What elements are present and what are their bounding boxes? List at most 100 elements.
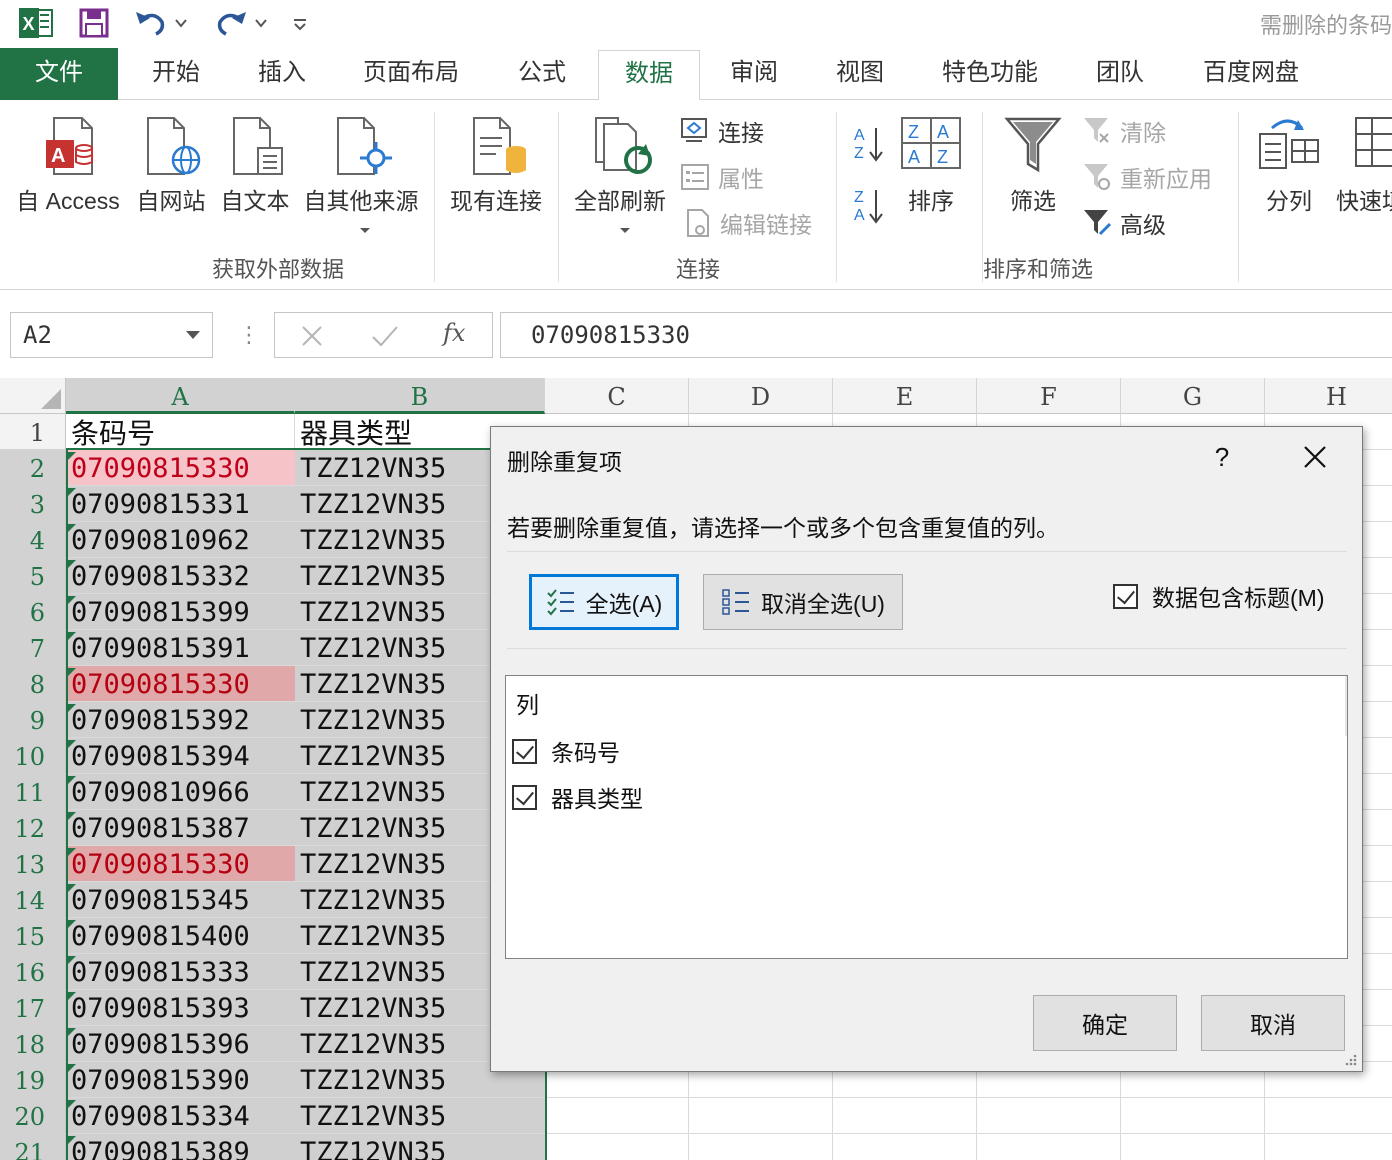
cell-barcode[interactable]: 07090815330 bbox=[66, 666, 295, 702]
cell-device-type[interactable]: TZZ12VN35 bbox=[295, 1134, 545, 1160]
tab-view[interactable]: 视图 bbox=[812, 48, 908, 100]
reapply-button[interactable]: 重新应用 bbox=[1082, 160, 1212, 194]
cell-barcode[interactable]: 07090815391 bbox=[66, 630, 295, 666]
column-checkbox-device-type[interactable]: 器具类型 bbox=[512, 780, 643, 814]
cancel-entry-icon[interactable] bbox=[301, 325, 323, 347]
column-header-c[interactable]: C bbox=[545, 378, 689, 414]
column-header-a[interactable]: A bbox=[66, 378, 295, 414]
row-header[interactable]: 2 bbox=[0, 450, 66, 486]
save-icon[interactable] bbox=[76, 6, 112, 40]
help-button[interactable]: ? bbox=[1207, 437, 1237, 477]
sort-descending-icon[interactable]: Z A bbox=[852, 186, 886, 231]
column-header-e[interactable]: E bbox=[833, 378, 977, 414]
tab-special-features[interactable]: 特色功能 bbox=[924, 48, 1056, 100]
row-header[interactable]: 5 bbox=[0, 558, 66, 594]
redo-icon[interactable] bbox=[212, 6, 270, 40]
select-all-button[interactable]: 全选(A) bbox=[529, 574, 679, 630]
cell-barcode[interactable]: 07090815393 bbox=[66, 990, 295, 1026]
chevron-down-icon[interactable] bbox=[186, 331, 200, 339]
cell-barcode[interactable]: 07090815399 bbox=[66, 594, 295, 630]
column-header-d[interactable]: D bbox=[689, 378, 833, 414]
cell-barcode[interactable]: 07090815392 bbox=[66, 702, 295, 738]
cell-barcode[interactable]: 07090815389 bbox=[66, 1134, 295, 1160]
from-web-button[interactable]: 自网站 bbox=[130, 182, 212, 216]
flash-fill-button[interactable]: 快速填 bbox=[1336, 182, 1392, 216]
column-header-b[interactable]: B bbox=[295, 378, 545, 414]
cell-barcode[interactable]: 07090815333 bbox=[66, 954, 295, 990]
row-header[interactable]: 12 bbox=[0, 810, 66, 846]
cell-barcode[interactable]: 07090810966 bbox=[66, 774, 295, 810]
unselect-all-button[interactable]: 取消全选(U) bbox=[703, 574, 903, 630]
cell-barcode[interactable]: 07090815332 bbox=[66, 558, 295, 594]
select-all-corner[interactable] bbox=[0, 378, 66, 414]
cell-barcode[interactable]: 07090815345 bbox=[66, 882, 295, 918]
sort-ascending-icon[interactable]: A Z bbox=[852, 124, 886, 169]
customize-toolbar-icon[interactable] bbox=[286, 6, 314, 40]
row-header[interactable]: 16 bbox=[0, 954, 66, 990]
from-text-button[interactable]: 自文本 bbox=[214, 182, 296, 216]
cell-barcode[interactable]: 07090815390 bbox=[66, 1062, 295, 1098]
clear-filter-button[interactable]: 清除 bbox=[1082, 114, 1166, 148]
tab-formulas[interactable]: 公式 bbox=[494, 48, 590, 100]
row-header[interactable]: 18 bbox=[0, 1026, 66, 1062]
confirm-entry-icon[interactable] bbox=[371, 325, 399, 347]
row-header[interactable]: 1 bbox=[0, 414, 66, 450]
tab-file[interactable]: 文件 bbox=[0, 48, 118, 100]
cell-barcode[interactable]: 07090815400 bbox=[66, 918, 295, 954]
row-header[interactable]: 3 bbox=[0, 486, 66, 522]
row-header[interactable]: 15 bbox=[0, 918, 66, 954]
advanced-filter-button[interactable]: 高级 bbox=[1082, 206, 1166, 240]
formula-input[interactable]: 07090815330 bbox=[500, 312, 1392, 358]
insert-function-icon[interactable]: fx bbox=[443, 319, 465, 347]
sort-button[interactable]: 排序 bbox=[896, 182, 966, 216]
column-header-g[interactable]: G bbox=[1121, 378, 1265, 414]
row-header[interactable]: 10 bbox=[0, 738, 66, 774]
edit-links-button[interactable]: 编辑链接 bbox=[686, 206, 812, 240]
cell-barcode[interactable]: 07090815334 bbox=[66, 1098, 295, 1134]
row-header[interactable]: 4 bbox=[0, 522, 66, 558]
cell-barcode[interactable]: 07090815394 bbox=[66, 738, 295, 774]
resize-grip-icon[interactable] bbox=[1342, 1051, 1358, 1067]
tab-review[interactable]: 审阅 bbox=[706, 48, 802, 100]
tab-home[interactable]: 开始 bbox=[128, 48, 224, 100]
name-box[interactable]: A2 bbox=[10, 312, 213, 358]
cell-device-type[interactable]: TZZ12VN35 bbox=[295, 1098, 545, 1134]
connections-button[interactable]: 连接 bbox=[680, 114, 764, 148]
column-checkbox-barcode[interactable]: 条码号 bbox=[512, 734, 620, 768]
row-header[interactable]: 14 bbox=[0, 882, 66, 918]
tab-insert[interactable]: 插入 bbox=[234, 48, 330, 100]
checkbox-checked-icon[interactable] bbox=[512, 738, 537, 764]
cell-barcode[interactable]: 07090815387 bbox=[66, 810, 295, 846]
cell-a1[interactable]: 条码号 bbox=[66, 414, 295, 450]
text-to-columns-button[interactable]: 分列 bbox=[1254, 182, 1324, 216]
from-access-button[interactable]: 自 Access bbox=[8, 182, 128, 216]
list-scrollbar[interactable] bbox=[1345, 676, 1347, 736]
properties-button[interactable]: 属性 bbox=[680, 160, 764, 194]
row-header[interactable]: 17 bbox=[0, 990, 66, 1026]
has-headers-checkbox[interactable]: 数据包含标题(M) bbox=[1113, 579, 1324, 613]
row-header[interactable]: 11 bbox=[0, 774, 66, 810]
row-header[interactable]: 6 bbox=[0, 594, 66, 630]
existing-connections-button[interactable]: 现有连接 bbox=[444, 182, 548, 216]
refresh-all-button[interactable]: 全部刷新 bbox=[566, 182, 674, 216]
undo-icon[interactable] bbox=[132, 6, 190, 40]
row-header[interactable]: 8 bbox=[0, 666, 66, 702]
cancel-button[interactable]: 取消 bbox=[1201, 995, 1345, 1051]
cell-barcode[interactable]: 07090815396 bbox=[66, 1026, 295, 1062]
tab-data[interactable]: 数据 bbox=[598, 50, 700, 101]
filter-button[interactable]: 筛选 bbox=[998, 182, 1068, 216]
columns-list[interactable]: 列 条码号 器具类型 bbox=[505, 675, 1348, 959]
row-header[interactable]: 7 bbox=[0, 630, 66, 666]
cell-barcode[interactable]: 07090815330 bbox=[66, 846, 295, 882]
cell-barcode[interactable]: 07090815331 bbox=[66, 486, 295, 522]
row-header[interactable]: 9 bbox=[0, 702, 66, 738]
tab-team[interactable]: 团队 bbox=[1072, 48, 1168, 100]
row-header[interactable]: 19 bbox=[0, 1062, 66, 1098]
checkbox-checked-icon[interactable] bbox=[1113, 583, 1138, 609]
cell-barcode[interactable]: 07090810962 bbox=[66, 522, 295, 558]
row-header[interactable]: 13 bbox=[0, 846, 66, 882]
column-header-f[interactable]: F bbox=[977, 378, 1121, 414]
column-header-h[interactable]: H bbox=[1265, 378, 1392, 414]
cell-barcode[interactable]: 07090815330 bbox=[66, 450, 295, 486]
checkbox-checked-icon[interactable] bbox=[512, 784, 537, 810]
